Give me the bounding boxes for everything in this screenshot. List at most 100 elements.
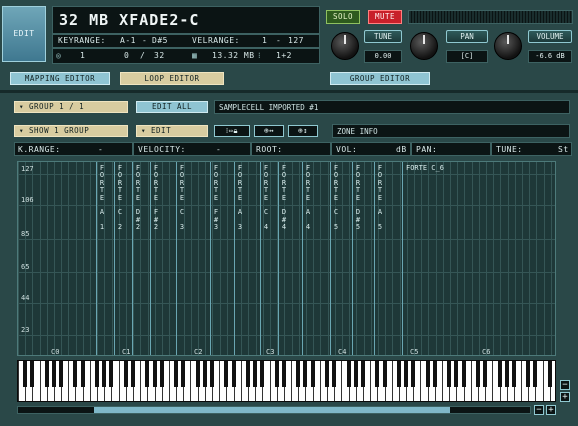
horizontal-zoom-in-button[interactable]: + [546, 405, 556, 415]
black-key[interactable] [274, 361, 279, 387]
mute-button[interactable]: MUTE [368, 10, 402, 24]
black-key[interactable] [73, 361, 78, 387]
group-editor-button[interactable]: GROUP EDITOR [330, 72, 430, 85]
zone-boundary[interactable] [402, 162, 403, 355]
black-key[interactable] [396, 361, 401, 387]
black-key[interactable] [310, 361, 315, 387]
black-key[interactable] [181, 361, 186, 387]
black-key[interactable] [346, 361, 351, 387]
black-key[interactable] [382, 361, 387, 387]
loop-editor-button[interactable]: LOOP EDITOR [120, 72, 224, 85]
black-key[interactable] [461, 361, 466, 387]
zone-boundary[interactable] [374, 162, 375, 355]
black-key[interactable] [95, 361, 100, 387]
lock-tool-button[interactable]: ⁞⇔🔒︎ [214, 125, 250, 137]
black-key[interactable] [296, 361, 301, 387]
black-key[interactable] [454, 361, 459, 387]
velrange-low[interactable]: 1 [262, 36, 267, 45]
tune-knob[interactable] [331, 32, 359, 60]
zone-boundary[interactable] [260, 162, 261, 355]
zoom-vertical-button[interactable]: ⊕↕ [288, 125, 318, 137]
zone-boundary[interactable] [210, 162, 211, 355]
zone-boundary[interactable] [234, 162, 235, 355]
black-key[interactable] [145, 361, 150, 387]
black-key[interactable] [332, 361, 337, 387]
black-key[interactable] [404, 361, 409, 387]
black-key[interactable] [447, 361, 452, 387]
tune-value[interactable]: 0.00 [364, 50, 402, 63]
black-key[interactable] [224, 361, 229, 387]
black-key[interactable] [281, 361, 286, 387]
group-name-field[interactable]: SAMPLECELL IMPORTED #1 [214, 100, 570, 114]
black-key[interactable] [210, 361, 215, 387]
scrollbar-thumb[interactable] [94, 407, 450, 413]
black-key[interactable] [303, 361, 308, 387]
black-key[interactable] [30, 361, 35, 387]
black-key[interactable] [231, 361, 236, 387]
zone-boundary[interactable] [132, 162, 133, 355]
black-key[interactable] [109, 361, 114, 387]
black-key[interactable] [360, 361, 365, 387]
zone-boundary[interactable] [278, 162, 279, 355]
black-key[interactable] [102, 361, 107, 387]
volume-knob[interactable] [494, 32, 522, 60]
black-key[interactable] [23, 361, 28, 387]
black-key[interactable] [253, 361, 258, 387]
black-key[interactable] [497, 361, 502, 387]
zoom-horizontal-button[interactable]: ⊕↔ [254, 125, 284, 137]
group-select-dropdown[interactable]: ▾ GROUP 1 / 1 [14, 101, 128, 113]
black-key[interactable] [245, 361, 250, 387]
mapping-grid[interactable]: 127 106 85 65 44 23 F O R T E A 1 F O R T E C 2 F O R T E D #2 F O R T… [17, 161, 556, 356]
black-key[interactable] [51, 361, 56, 387]
piano-keyboard[interactable] [17, 360, 556, 402]
krange-value[interactable]: - [98, 145, 103, 154]
black-key[interactable] [59, 361, 64, 387]
horizontal-scrollbar[interactable] [17, 406, 531, 414]
black-key[interactable] [425, 361, 430, 387]
solo-button[interactable]: SOLO [326, 10, 360, 24]
horizontal-zoom-out-button[interactable]: − [534, 405, 544, 415]
vertical-zoom-out-button[interactable]: − [560, 380, 570, 390]
black-key[interactable] [152, 361, 157, 387]
pan-value[interactable]: [C] [446, 50, 488, 63]
keyrange-low[interactable]: A-1 [120, 36, 136, 45]
pan-knob[interactable] [410, 32, 438, 60]
black-key[interactable] [504, 361, 509, 387]
zone-boundary[interactable] [330, 162, 331, 355]
velocity-value[interactable]: - [216, 145, 221, 154]
black-key[interactable] [80, 361, 85, 387]
mapping-editor-button[interactable]: MAPPING EDITOR [10, 72, 110, 85]
black-key[interactable] [411, 361, 416, 387]
zone-boundary[interactable] [302, 162, 303, 355]
zone-boundary[interactable] [176, 162, 177, 355]
black-key[interactable] [526, 361, 531, 387]
vertical-zoom-in-button[interactable]: + [560, 392, 570, 402]
black-key[interactable] [174, 361, 179, 387]
black-key[interactable] [547, 361, 552, 387]
edit-button[interactable]: EDIT [2, 6, 46, 62]
zone-boundary[interactable] [96, 162, 97, 355]
black-key[interactable] [195, 361, 200, 387]
black-key[interactable] [353, 361, 358, 387]
zone-boundary[interactable] [352, 162, 353, 355]
black-key[interactable] [483, 361, 488, 387]
black-key[interactable] [325, 361, 330, 387]
black-key[interactable] [260, 361, 265, 387]
black-key[interactable] [375, 361, 380, 387]
black-key[interactable] [511, 361, 516, 387]
black-key[interactable] [202, 361, 207, 387]
black-key[interactable] [159, 361, 164, 387]
volume-value[interactable]: -6.6 dB [528, 50, 572, 63]
black-key[interactable] [533, 361, 538, 387]
edit-all-button[interactable]: EDIT ALL [136, 101, 208, 113]
zone-boundary[interactable] [150, 162, 151, 355]
black-key[interactable] [44, 361, 49, 387]
black-key[interactable] [130, 361, 135, 387]
black-key[interactable] [475, 361, 480, 387]
velrange-high[interactable]: 127 [288, 36, 304, 45]
zone-boundary[interactable] [114, 162, 115, 355]
edit-dropdown[interactable]: ▾ EDIT [136, 125, 208, 137]
black-key[interactable] [123, 361, 128, 387]
show-group-dropdown[interactable]: ▾ SHOW 1 GROUP [14, 125, 128, 137]
black-key[interactable] [432, 361, 437, 387]
